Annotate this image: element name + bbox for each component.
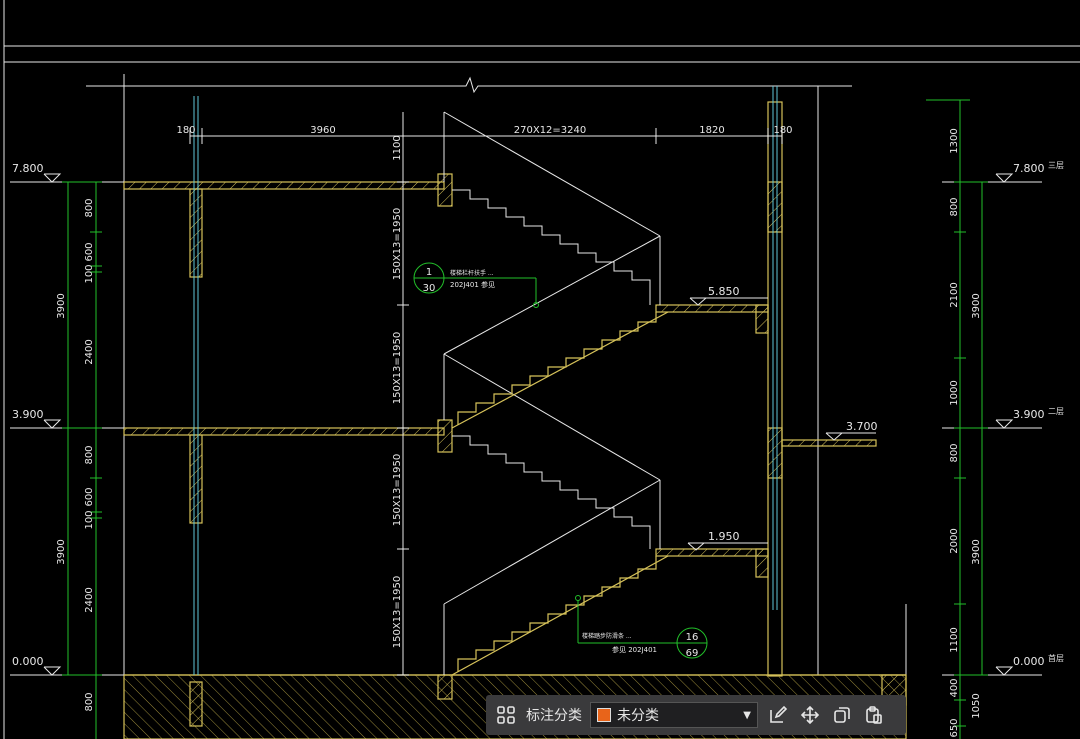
callout-note: 202J401 参见 bbox=[450, 280, 495, 289]
callout-note: 楼梯栏杆扶手 ... bbox=[450, 269, 494, 277]
dim-label: 2100 bbox=[949, 282, 960, 307]
top-dim-label: 3960 bbox=[310, 125, 335, 136]
cad-drawing-canvas: 180 3960 270X12=3240 1820 180 1100 150X1… bbox=[3, 0, 1080, 739]
right-elevations bbox=[942, 173, 1042, 676]
dim-label: 600 bbox=[84, 242, 95, 261]
callout-upper: 1 30 楼梯栏杆扶手 ... 202J401 参见 bbox=[413, 262, 539, 308]
dim-label: 1000 bbox=[949, 380, 960, 405]
dim-label: 800 bbox=[84, 445, 95, 464]
chevron-down-icon: ▼ bbox=[743, 709, 751, 721]
callout-number: 16 bbox=[686, 632, 699, 643]
dim-label: 650 bbox=[949, 718, 960, 737]
left-dimension-labels: 800 600 100 2400 3900 800 600 100 2400 3… bbox=[56, 198, 95, 711]
dim-label: 400 bbox=[949, 678, 960, 697]
callout-number: 30 bbox=[423, 283, 436, 294]
flight-dim-label: 150X13=1950 bbox=[392, 454, 403, 527]
callout-number: 69 bbox=[686, 648, 699, 659]
top-dimension-line bbox=[189, 128, 783, 144]
callout-note: 楼梯踏步防滑条 ... bbox=[582, 632, 632, 640]
elevation-label: 7.800 bbox=[12, 162, 44, 175]
landing-elevation: 3.700 bbox=[846, 420, 878, 433]
floor-name: 首层 bbox=[1048, 653, 1064, 663]
right-dimension-labels: 1300 800 2100 3900 1000 800 2000 3900 11… bbox=[949, 128, 982, 737]
landing-labels: 5.850 1.950 3.700 bbox=[708, 285, 878, 543]
dim-label: 800 bbox=[949, 197, 960, 216]
callout-note: 参见 202J401 bbox=[612, 645, 657, 654]
elevation-label: 3.900 bbox=[1013, 408, 1045, 421]
annotation-toolbar: 标注分类 未分类 ▼ bbox=[486, 695, 906, 735]
dim-label: 800 bbox=[84, 198, 95, 217]
callout-lower: 16 69 楼梯踏步防滑条 ... 参见 202J401 bbox=[575, 595, 708, 659]
floor-name: 三层 bbox=[1048, 161, 1064, 170]
category-swatch bbox=[597, 708, 611, 722]
dim-label: 100 bbox=[84, 264, 95, 283]
left-elevations bbox=[10, 173, 124, 676]
dim-label: 1050 bbox=[971, 693, 982, 718]
flight-dim-label: 150X13=1950 bbox=[392, 576, 403, 649]
top-dimension-labels: 180 3960 270X12=3240 1820 180 bbox=[176, 125, 792, 136]
dim-label: 2400 bbox=[84, 587, 95, 612]
flight-dim-label: 1100 bbox=[392, 135, 403, 160]
flight-dim-label: 150X13=1950 bbox=[392, 208, 403, 281]
category-value: 未分类 bbox=[617, 708, 659, 724]
dim-label: 1300 bbox=[949, 128, 960, 153]
right-elevation-labels: 7.800 3.900 0.000 三层 二层 首层 bbox=[1013, 161, 1064, 668]
dim-label: 3900 bbox=[56, 539, 67, 564]
edit-icon[interactable] bbox=[766, 703, 790, 727]
floor-name: 二层 bbox=[1048, 407, 1064, 416]
window-glazing bbox=[193, 86, 778, 675]
dim-label: 800 bbox=[949, 443, 960, 462]
dim-label: 2000 bbox=[949, 528, 960, 553]
stair-flights bbox=[443, 111, 669, 676]
flight-dim-label: 150X13=1950 bbox=[392, 332, 403, 405]
paste-icon[interactable] bbox=[862, 703, 886, 727]
walls bbox=[123, 101, 907, 739]
landing-elevation: 1.950 bbox=[708, 530, 740, 543]
top-dim-label: 270X12=3240 bbox=[514, 125, 587, 136]
category-select[interactable]: 未分类 ▼ bbox=[590, 702, 758, 728]
category-label: 标注分类 bbox=[526, 708, 582, 724]
move-icon[interactable] bbox=[798, 703, 822, 727]
grid-icon[interactable] bbox=[494, 703, 518, 727]
dim-label: 3900 bbox=[971, 539, 982, 564]
top-dim-label: 1820 bbox=[699, 125, 724, 136]
dim-label: 600 bbox=[84, 487, 95, 506]
elevation-label: 3.900 bbox=[12, 408, 44, 421]
flight-dimension-labels: 1100 150X13=1950 150X13=1950 150X13=1950… bbox=[392, 135, 403, 648]
landing-elevation: 5.850 bbox=[708, 285, 740, 298]
callout-number: 1 bbox=[426, 267, 432, 278]
dim-label: 3900 bbox=[971, 293, 982, 318]
top-dim-label: 180 bbox=[773, 125, 792, 136]
elevation-label: 0.000 bbox=[12, 655, 44, 668]
frame bbox=[3, 0, 1080, 739]
dim-label: 800 bbox=[84, 692, 95, 711]
dim-label: 1100 bbox=[949, 627, 960, 652]
left-elevation-labels: 7.800 3.900 0.000 bbox=[12, 162, 44, 668]
elevation-label: 7.800 bbox=[1013, 162, 1045, 175]
copy-icon[interactable] bbox=[830, 703, 854, 727]
dim-label: 100 bbox=[84, 510, 95, 529]
top-dim-label: 180 bbox=[176, 125, 195, 136]
dim-label: 3900 bbox=[56, 293, 67, 318]
left-dimension-lines bbox=[62, 181, 102, 739]
dim-label: 2400 bbox=[84, 339, 95, 364]
elevation-label: 0.000 bbox=[1013, 655, 1045, 668]
